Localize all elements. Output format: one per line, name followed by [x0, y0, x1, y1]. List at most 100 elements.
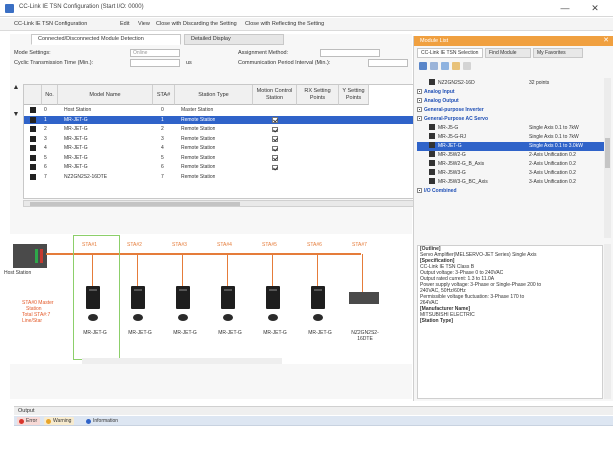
table-row[interactable]: 6 MR-JET-G 6 Remote Station: [24, 163, 420, 172]
close-button[interactable]: ✕: [585, 2, 605, 15]
host-station-module[interactable]: [13, 244, 47, 268]
favorite-star-icon[interactable]: [452, 62, 460, 70]
table-row[interactable]: 0 Host Station 0 Master Station: [24, 106, 420, 115]
module-item-label: General-purpose Inverter: [424, 107, 484, 113]
module-category[interactable]: I/O Combined: [417, 187, 606, 196]
module-list-item[interactable]: MR-J5W3-G_BC_Axis 3-Axis Unification 0.2: [417, 178, 606, 187]
module-category[interactable]: Analog Output: [417, 97, 606, 106]
motion-control-checkbox[interactable]: [272, 164, 278, 170]
servo-amplifier-module[interactable]: [311, 286, 325, 309]
module-item-label: Analog Input: [424, 89, 455, 95]
module-list-item[interactable]: NZ2GN2S2-16D 32 points: [417, 79, 606, 88]
module-list-item[interactable]: MR-J5-G-RJ Single Axis 0.1 to 7kW: [417, 133, 606, 142]
motion-control-checkbox[interactable]: [272, 155, 278, 161]
cyclic-time-field[interactable]: [130, 59, 180, 67]
scroll-thumb[interactable]: [30, 202, 240, 206]
module-item-label: MR-J5W3-G_BC_Axis: [438, 179, 488, 185]
tab-tsn-selection[interactable]: CC-Link IE TSN Selection: [417, 48, 483, 58]
servo-amplifier-module[interactable]: [176, 286, 190, 309]
expand-plus-icon[interactable]: [417, 107, 422, 112]
servo-amplifier-module[interactable]: [266, 286, 280, 309]
move-up-arrow-icon[interactable]: ▲: [12, 84, 20, 94]
scroll-thumb[interactable]: [605, 138, 610, 168]
outline-heading: [Station Type]: [420, 318, 453, 324]
module-list-item[interactable]: MR-J5-G Single Axis 0.1 to 7kW: [417, 124, 606, 133]
motion-control-checkbox[interactable]: [272, 136, 278, 142]
assignment-method-field[interactable]: [320, 49, 380, 57]
output-tab-warning[interactable]: Warning: [44, 417, 75, 425]
tree-view-icon[interactable]: [430, 62, 438, 70]
col-header-station-type: Station Type: [175, 85, 253, 105]
module-list-item[interactable]: MR-JET-G Single Axis 0.1 to 3.0kW: [417, 142, 606, 151]
col-header-sta: STA#: [153, 85, 175, 105]
output-tab-information-label: Information: [93, 418, 119, 424]
device-icon: [30, 164, 36, 170]
table-row[interactable]: 5 MR-JET-G 5 Remote Station: [24, 154, 420, 163]
network-drop-line: [362, 254, 363, 292]
tab-module-detection[interactable]: Connected/Disconnected Module Detection: [31, 34, 181, 45]
expand-plus-icon[interactable]: [417, 98, 422, 103]
mode-settings-field[interactable]: Online: [130, 49, 180, 57]
remote-io-module[interactable]: [349, 292, 379, 304]
servo-motor-icon: [313, 314, 323, 321]
warning-icon: [46, 418, 51, 424]
servo-amplifier-module[interactable]: [86, 286, 100, 309]
servo-amplifier-module[interactable]: [221, 286, 235, 309]
tab-detailed-display[interactable]: Detailed Display: [184, 34, 284, 45]
module-item-spec: 32 points: [529, 80, 550, 86]
menu-item-edit[interactable]: Edit: [120, 21, 129, 27]
tab-find-module[interactable]: Find Module: [485, 48, 531, 58]
output-tab-error[interactable]: Error: [17, 417, 41, 425]
tab-my-favorites[interactable]: My Favorites: [533, 48, 583, 58]
sort-icon[interactable]: [463, 62, 471, 70]
row-station-type: Remote Station: [181, 154, 216, 161]
module-list-close-icon[interactable]: ✕: [603, 36, 609, 46]
module-item-label: MR-J5-G: [438, 125, 459, 131]
table-row[interactable]: 4 MR-JET-G 4 Remote Station: [24, 144, 420, 153]
table-horizontal-scrollbar[interactable]: [23, 200, 421, 207]
comm-period-field[interactable]: [368, 59, 408, 67]
search-icon[interactable]: [441, 62, 449, 70]
output-tab-information[interactable]: Information: [84, 417, 121, 425]
outline-scrollbar[interactable]: [604, 244, 611, 399]
row-sta-number: 4: [161, 145, 164, 151]
station-number-label: STA#5: [262, 242, 277, 248]
move-down-arrow-icon[interactable]: ▼: [12, 111, 20, 121]
table-row[interactable]: 3 MR-JET-G 3 Remote Station: [24, 135, 420, 144]
assignment-method-label: Assignment Method:: [238, 50, 289, 56]
module-category[interactable]: General-purpose Inverter: [417, 106, 606, 115]
menu-item-configuration[interactable]: CC-Link IE TSN Configuration: [14, 21, 87, 27]
module-list-item[interactable]: MR-J5W2-G 2-Axis Unification 0.2: [417, 151, 606, 160]
expand-plus-icon[interactable]: [417, 188, 422, 193]
output-log-area[interactable]: [14, 427, 613, 457]
menu-item-close-discard[interactable]: Close with Discarding the Setting: [156, 21, 237, 27]
network-drop-line: [317, 254, 318, 286]
servo-motor-icon: [223, 314, 233, 321]
expand-plus-icon[interactable]: [417, 89, 422, 94]
module-category[interactable]: General-Purpose AC Servo: [417, 115, 606, 124]
diagram-horizontal-scrollbar[interactable]: [82, 358, 282, 364]
motion-control-checkbox[interactable]: [272, 145, 278, 151]
device-icon: [30, 116, 36, 123]
device-icon: [30, 145, 36, 151]
station-number-label: STA#2: [127, 242, 142, 248]
app-icon: [5, 4, 14, 13]
list-view-icon[interactable]: [419, 62, 427, 70]
module-name-label: MR-JET-G: [173, 330, 197, 336]
menu-item-close-reflect[interactable]: Close with Reflecting the Setting: [245, 21, 324, 27]
table-row[interactable]: 7 NZ2GN2S2-16DTE 7 Remote Station: [24, 173, 420, 182]
motion-control-checkbox[interactable]: [272, 117, 278, 123]
table-row[interactable]: 1 MR-JET-G 1 Remote Station: [24, 115, 420, 124]
servo-motor-icon: [178, 314, 188, 321]
module-category[interactable]: Analog Input: [417, 88, 606, 97]
servo-amplifier-module[interactable]: [131, 286, 145, 309]
module-item-spec: 2-Axis Unification 0.2: [529, 161, 576, 167]
module-list-item[interactable]: MR-J5W2-G_B_Axis 2-Axis Unification 0.2: [417, 160, 606, 169]
table-row[interactable]: 2 MR-JET-G 2 Remote Station: [24, 125, 420, 134]
expand-plus-icon[interactable]: [417, 116, 422, 121]
menu-item-view[interactable]: View: [138, 21, 150, 27]
module-tree-scrollbar[interactable]: [604, 78, 611, 238]
module-list-item[interactable]: MR-J5W3-G 3-Axis Unification 0.2: [417, 169, 606, 178]
motion-control-checkbox[interactable]: [272, 126, 278, 132]
minimize-button[interactable]: —: [555, 2, 575, 15]
